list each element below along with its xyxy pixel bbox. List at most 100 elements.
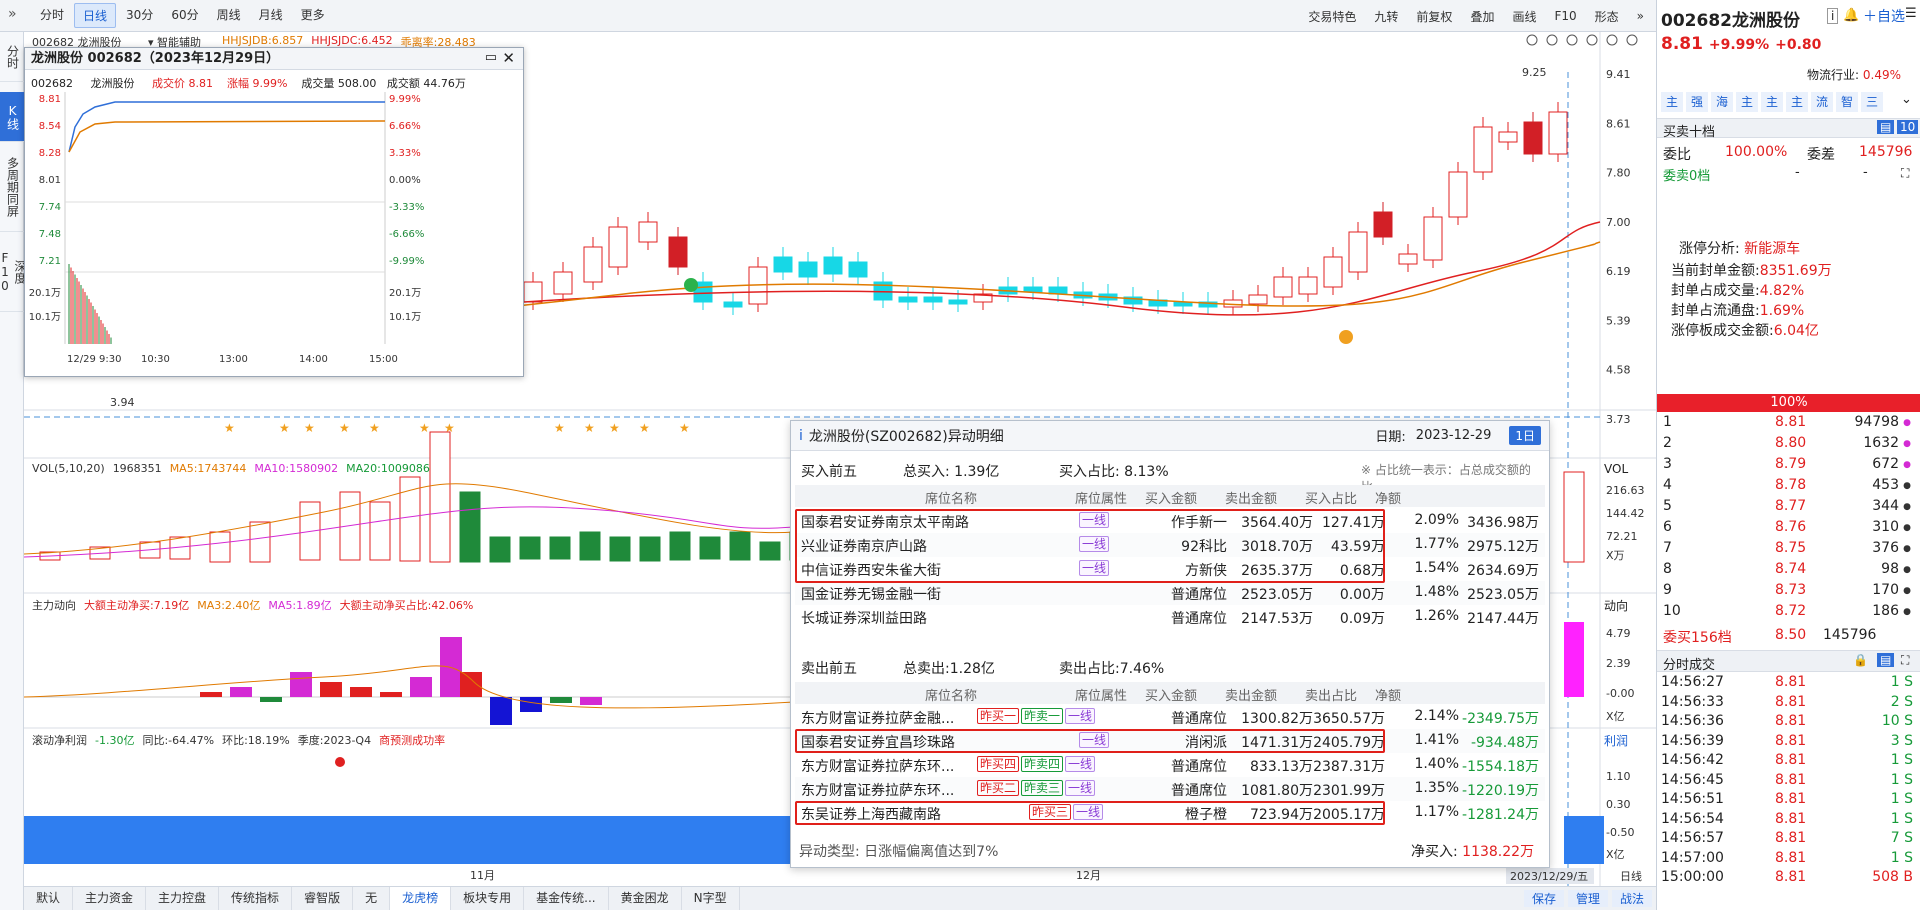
bid-row[interactable]: 1 8.81 94798 ● <box>1657 414 1920 435</box>
more-arrows-icon[interactable]: » <box>1629 6 1652 26</box>
flow-axis-value: 2.39 <box>1606 657 1631 670</box>
bottom-action-button[interactable]: 保存 <box>1523 890 1564 907</box>
table-row[interactable]: 东方财富证券拉萨东环... 昨买四 昨卖四 一线 普通席位 833.13万 2387.31万… <box>795 753 1545 777</box>
toolbar-item[interactable]: 交易特色 <box>1300 5 1364 28</box>
toolbar-item[interactable]: 形态 <box>1587 5 1627 28</box>
function-button[interactable]: 强 <box>1686 92 1708 112</box>
bottom-tab[interactable]: 无 <box>353 887 391 910</box>
book-depth-tag[interactable]: 10 <box>1897 120 1919 134</box>
bottom-tab[interactable]: 龙虎榜 <box>390 887 452 910</box>
toolbar-item[interactable]: 前复权 <box>1408 5 1460 28</box>
event-star-icon[interactable]: ★ <box>369 421 380 435</box>
bottom-tab[interactable]: 睿智版 <box>292 887 354 910</box>
left-tab[interactable]: 多周期同屏 <box>0 142 24 232</box>
event-star-icon[interactable]: ★ <box>679 421 690 435</box>
toolbar-item[interactable]: 画线 <box>1504 5 1544 28</box>
refresh-icon[interactable] <box>1526 34 1538 46</box>
event-star-icon[interactable]: ★ <box>339 421 350 435</box>
add-favorite-button[interactable]: ＋自选 <box>1863 6 1905 26</box>
bid-row[interactable]: 8 8.74 98 ● <box>1657 561 1920 582</box>
bid-row[interactable]: 9 8.73 170 ● <box>1657 582 1920 603</box>
toolbar-item[interactable]: F10 <box>1546 6 1584 26</box>
lock-icon[interactable]: 🔒 <box>1853 653 1868 667</box>
bottom-action-button[interactable]: 战法 <box>1611 890 1652 907</box>
period-tab[interactable]: 30分 <box>118 3 161 28</box>
table-row[interactable]: 国金证券无锡金融一街 普通席位 2523.05万 0.00万 1.48% 2523.05万 <box>795 581 1545 605</box>
more-icon[interactable]: ☰ <box>1905 6 1917 21</box>
table-row[interactable]: 东方财富证券拉萨金融... 昨买一 昨卖一 一线 普通席位 1300.82万 3650.57… <box>795 705 1545 729</box>
sell-signal-marker[interactable] <box>684 278 698 292</box>
event-star-icon[interactable]: ★ <box>224 421 235 435</box>
left-tab[interactable]: 深度F10 <box>0 232 27 312</box>
bottom-tab[interactable]: 传统指标 <box>219 887 293 910</box>
event-star-icon[interactable]: ★ <box>304 421 315 435</box>
toolbar-item[interactable]: 九转 <box>1366 5 1406 28</box>
seat-name[interactable]: 东方财富证券拉萨东环... <box>801 780 954 800</box>
table-row[interactable]: 东方财富证券拉萨东环... 昨买二 昨卖三 一线 普通席位 1081.80万 2301.99… <box>795 777 1545 801</box>
toolbar-item[interactable]: 叠加 <box>1462 5 1502 28</box>
bid-row[interactable]: 4 8.78 453 ● <box>1657 477 1920 498</box>
function-button[interactable]: 流 <box>1811 92 1833 112</box>
bottom-tab[interactable]: 主力资金 <box>73 887 147 910</box>
buy-signal-marker[interactable] <box>1339 330 1353 344</box>
period-button[interactable]: 1日 <box>1509 426 1541 445</box>
seat-name[interactable]: 东方财富证券拉萨金融... <box>801 708 954 728</box>
function-button[interactable]: 主 <box>1761 92 1783 112</box>
help-icon[interactable] <box>1606 34 1618 46</box>
zoom-out-icon[interactable] <box>1566 34 1578 46</box>
limit-concept[interactable]: 新能源车 <box>1744 241 1800 257</box>
expand-icon[interactable]: ⛶ <box>1901 166 1909 181</box>
period-tab[interactable]: 更多 <box>293 3 333 28</box>
period-tab[interactable]: 日线 <box>74 3 117 28</box>
function-button[interactable]: 主 <box>1661 92 1683 112</box>
chevron-down-icon[interactable]: ⌄ <box>1901 92 1912 107</box>
function-button[interactable]: 主 <box>1736 92 1758 112</box>
period-tab[interactable]: 60分 <box>163 3 206 28</box>
seat-name[interactable]: 国金证券无锡金融一街 <box>801 584 941 604</box>
event-star-icon[interactable]: ★ <box>639 421 650 435</box>
minimize-icon[interactable]: ▭ <box>485 50 497 65</box>
bid-row[interactable]: 6 8.76 310 ● <box>1657 519 1920 540</box>
bid-row[interactable]: 5 8.77 344 ● <box>1657 498 1920 519</box>
left-tab[interactable]: K线 <box>0 92 24 142</box>
function-button[interactable]: 智 <box>1836 92 1858 112</box>
function-button[interactable]: 三 <box>1861 92 1883 112</box>
bottom-tab[interactable]: N字型 <box>682 887 740 910</box>
bottom-tab[interactable]: 板块专用 <box>451 887 525 910</box>
period-tab[interactable]: 周线 <box>209 3 249 28</box>
close-icon[interactable]: ✕ <box>502 49 515 67</box>
bid-row[interactable]: 10 8.72 186 ● <box>1657 603 1920 624</box>
expand-icon[interactable]: » <box>8 6 17 22</box>
info-icon[interactable]: i <box>1827 8 1839 24</box>
event-star-icon[interactable]: ★ <box>554 421 565 435</box>
bottom-action-button[interactable]: 管理 <box>1567 890 1608 907</box>
bottom-tab[interactable]: 黄金困龙 <box>609 887 682 910</box>
period-tab[interactable]: 分时 <box>32 3 72 28</box>
table-row[interactable]: 长城证券深圳益田路 普通席位 2147.53万 0.09万 1.26% 2147.44万 <box>795 605 1545 629</box>
left-tab[interactable]: 分时 <box>0 32 24 82</box>
event-star-icon[interactable]: ★ <box>279 421 290 435</box>
bid-row[interactable]: 7 8.75 376 ● <box>1657 540 1920 561</box>
event-star-icon[interactable]: ★ <box>584 421 595 435</box>
bid-row[interactable]: 2 8.80 1632 ● <box>1657 435 1920 456</box>
close-icon[interactable] <box>1626 34 1638 46</box>
period-tab[interactable]: 月线 <box>251 3 291 28</box>
fullscreen-icon[interactable]: ⛶ <box>1901 653 1909 668</box>
forecast-marker[interactable] <box>335 757 345 767</box>
ticks-icon[interactable]: ▤ <box>1877 653 1895 667</box>
bell-icon[interactable]: 🔔 <box>1843 8 1859 23</box>
bottom-tab[interactable]: 主力控盘 <box>146 887 220 910</box>
function-button[interactable]: 主 <box>1786 92 1808 112</box>
bid-row[interactable]: 3 8.79 672 ● <box>1657 456 1920 477</box>
event-star-icon[interactable]: ★ <box>609 421 620 435</box>
intraday-popup[interactable]: 龙洲股份 002682（2023年12月29日） ▭ ✕ 002682 龙洲股份… <box>24 47 524 377</box>
seat-name[interactable]: 长城证券深圳益田路 <box>801 608 927 628</box>
zoom-in-icon[interactable] <box>1546 34 1558 46</box>
settings-icon[interactable] <box>1586 34 1598 46</box>
event-star-icon[interactable]: ★ <box>419 421 430 435</box>
bottom-tab[interactable]: 基金传统... <box>524 887 609 910</box>
seat-name[interactable]: 东方财富证券拉萨东环... <box>801 756 954 776</box>
bottom-tab[interactable]: 默认 <box>24 887 74 910</box>
function-button[interactable]: 海 <box>1711 92 1733 112</box>
book-icon[interactable]: ▤ <box>1877 120 1895 134</box>
